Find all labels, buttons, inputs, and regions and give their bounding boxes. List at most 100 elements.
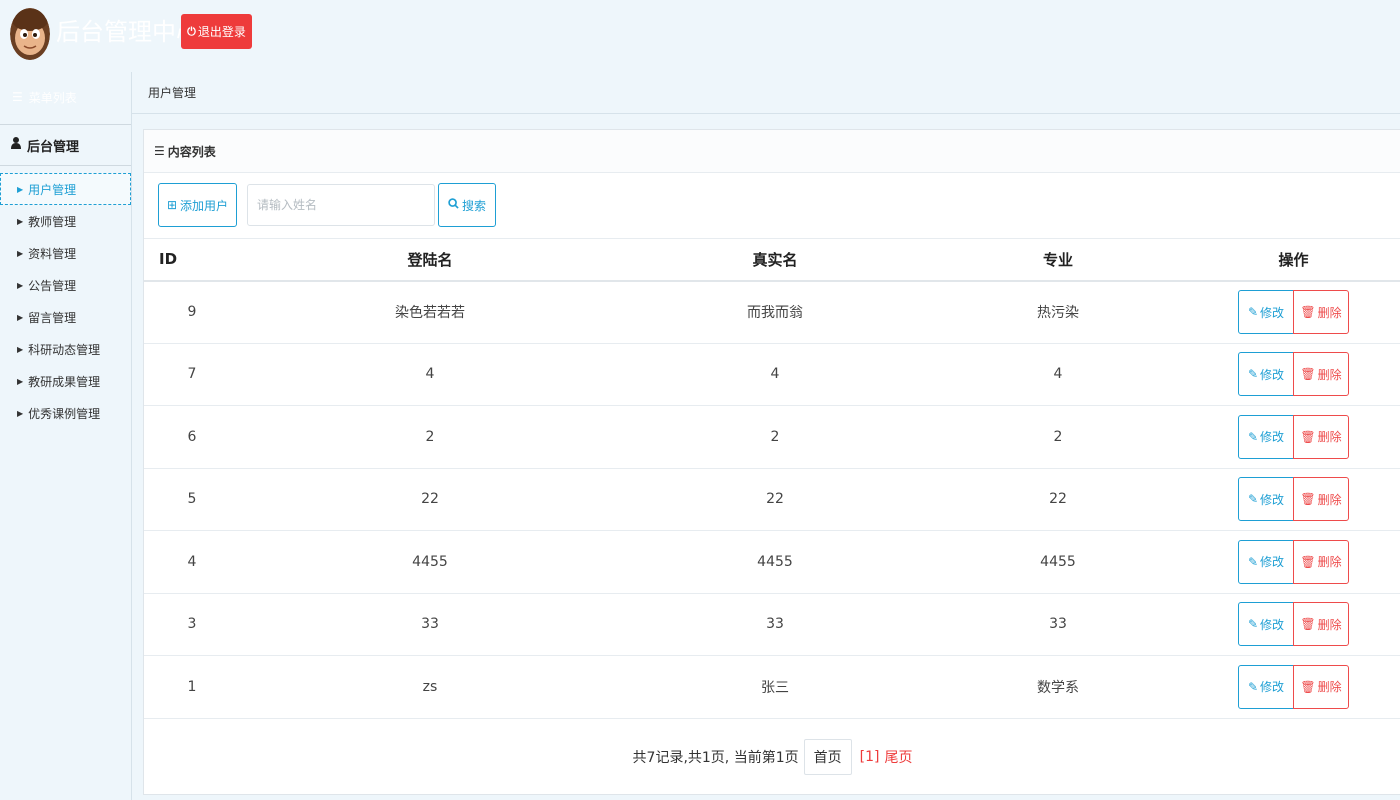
cell-major: 热污染 [930,280,1186,344]
current-page-indicator: [1] [859,749,880,765]
edit-icon: ✎ [1247,305,1259,319]
sidebar-item-lessons[interactable]: ▶ 优秀课例管理 [0,397,131,429]
sidebar-item-teachers[interactable]: ▶ 教师管理 [0,205,131,237]
delete-button[interactable]: 🗑 删除 [1293,664,1349,709]
sidebar-item-messages[interactable]: ▶ 留言管理 [0,301,131,333]
logout-button[interactable]: ⏻ 退出登录 [181,14,252,49]
cell-ops: ✎ 修改 🗑 删除 [1186,593,1400,656]
sidebar-item-label: 留言管理 [28,310,77,325]
delete-button[interactable]: 🗑 删除 [1293,602,1349,647]
edit-label: 修改 [1260,430,1285,445]
sidebar-group-admin[interactable]: 后台管理 [0,124,131,166]
menu-icon: ☰ [12,90,23,104]
sidebar-item-materials[interactable]: ▶ 资料管理 [0,237,131,269]
cell-real: 2 [620,405,930,469]
edit-button[interactable]: ✎ 修改 [1238,477,1294,522]
power-icon: ⏻ [187,24,196,38]
last-page-link[interactable]: 尾页 [884,747,912,767]
trash-icon: 🗑 [1300,429,1316,444]
sidebar-item-research-results[interactable]: ▶ 教研成果管理 [0,365,131,397]
sidebar-item-users[interactable]: ▶ 用户管理 [0,173,131,205]
cell-major: 4 [930,343,1186,406]
content-panel: ☰ 内容列表 ⊞ 添加用户 搜索 ID 登陆名 真实名 专业 操作 [143,129,1400,795]
cell-id: 5 [144,468,240,531]
site-title: 后台管理中心 [56,18,200,46]
pagination-summary: 共7记录,共1页, 当前第1页 [632,750,799,766]
delete-label: 删除 [1317,492,1342,507]
edit-button[interactable]: ✎ 修改 [1238,539,1294,584]
logout-label: 退出登录 [197,25,246,39]
search-button[interactable]: 搜索 [438,183,496,227]
sidebar-item-label: 优秀课例管理 [28,406,101,421]
delete-button[interactable]: 🗑 删除 [1293,290,1349,334]
caret-right-icon: ▶ [17,248,24,258]
cell-ops: ✎ 修改 🗑 删除 [1186,405,1400,469]
cell-major: 4455 [930,530,1186,594]
cell-login: 33 [240,593,620,656]
cell-id: 6 [144,405,240,469]
cell-real: 4 [620,343,930,406]
panel-title: ☰ 内容列表 [144,130,1400,173]
cell-major: 数学系 [930,655,1186,719]
caret-right-icon: ▶ [17,408,24,418]
sidebar-menu: ▶ 用户管理 ▶ 教师管理 ▶ 资料管理 ▶ 公告管理 ▶ 留言管理 ▶ 科研动… [0,173,131,429]
first-page-button[interactable]: 首页 [803,739,852,775]
plus-square-icon: ⊞ [166,198,178,212]
delete-button[interactable]: 🗑 删除 [1293,539,1349,584]
edit-label: 修改 [1260,305,1285,320]
delete-label: 删除 [1317,555,1342,570]
sidebar-group-label: 后台管理 [27,139,80,155]
edit-icon: ✎ [1247,367,1259,382]
edit-button[interactable]: ✎ 修改 [1238,352,1294,397]
cell-real: 而我而翁 [620,280,930,344]
cell-id: 4 [144,530,240,594]
header-real: 真实名 [620,238,930,282]
table-row: 6 2 2 2 ✎ 修改 🗑 删除 [144,405,1400,469]
delete-label: 删除 [1317,430,1342,445]
cell-ops: ✎ 修改 🗑 删除 [1186,280,1400,344]
cell-ops: ✎ 修改 🗑 删除 [1186,468,1400,531]
sidebar-item-notices[interactable]: ▶ 公告管理 [0,269,131,301]
edit-icon: ✎ [1247,429,1259,444]
sidebar-item-research-news[interactable]: ▶ 科研动态管理 [0,333,131,365]
search-input[interactable] [247,184,435,226]
delete-button[interactable]: 🗑 删除 [1293,414,1349,459]
users-table: ID 登陆名 真实名 专业 操作 9 染色若若若 而我而翁 热污染 ✎ 修改 🗑 删… [144,238,1400,719]
delete-button[interactable]: 🗑 删除 [1293,477,1349,522]
edit-label: 修改 [1260,617,1285,632]
trash-icon: 🗑 [1300,305,1316,319]
edit-button[interactable]: ✎ 修改 [1238,414,1294,459]
caret-right-icon: ▶ [17,280,24,290]
add-user-label: 添加用户 [180,198,229,213]
caret-right-icon: ▶ [17,344,24,354]
table-row: 1 zs 张三 数学系 ✎ 修改 🗑 删除 [144,655,1400,719]
trash-icon: 🗑 [1300,679,1316,694]
cell-login: 染色若若若 [240,280,620,344]
delete-button[interactable]: 🗑 删除 [1293,352,1349,397]
edit-button[interactable]: ✎ 修改 [1238,290,1294,334]
trash-icon: 🗑 [1300,617,1316,632]
caret-right-icon: ▶ [17,312,24,322]
add-user-button[interactable]: ⊞ 添加用户 [158,183,237,227]
delete-label: 删除 [1317,367,1342,382]
cell-login: 4 [240,343,620,406]
caret-right-icon: ▶ [17,216,24,226]
sidebar: ☰ 菜单列表 后台管理 ▶ 用户管理 ▶ 教师管理 ▶ 资料管理 ▶ 公告管理 … [0,72,132,800]
edit-icon: ✎ [1247,492,1259,507]
header-id: ID [144,238,240,282]
cell-real: 33 [620,593,930,656]
sidebar-heading: ☰ 菜单列表 [0,72,131,122]
cell-real: 张三 [620,655,930,719]
cell-major: 33 [930,593,1186,656]
edit-button[interactable]: ✎ 修改 [1238,602,1294,647]
edit-icon: ✎ [1247,554,1259,569]
table-row: 5 22 22 22 ✎ 修改 🗑 删除 [144,468,1400,531]
cell-login: 2 [240,405,620,469]
cell-major: 22 [930,468,1186,531]
sidebar-item-label: 公告管理 [28,278,77,293]
cell-ops: ✎ 修改 🗑 删除 [1186,655,1400,719]
table-row: 9 染色若若若 而我而翁 热污染 ✎ 修改 🗑 删除 [144,280,1400,344]
edit-button[interactable]: ✎ 修改 [1238,664,1294,709]
breadcrumb: 用户管理 [132,72,1400,114]
trash-icon: 🗑 [1300,367,1316,382]
